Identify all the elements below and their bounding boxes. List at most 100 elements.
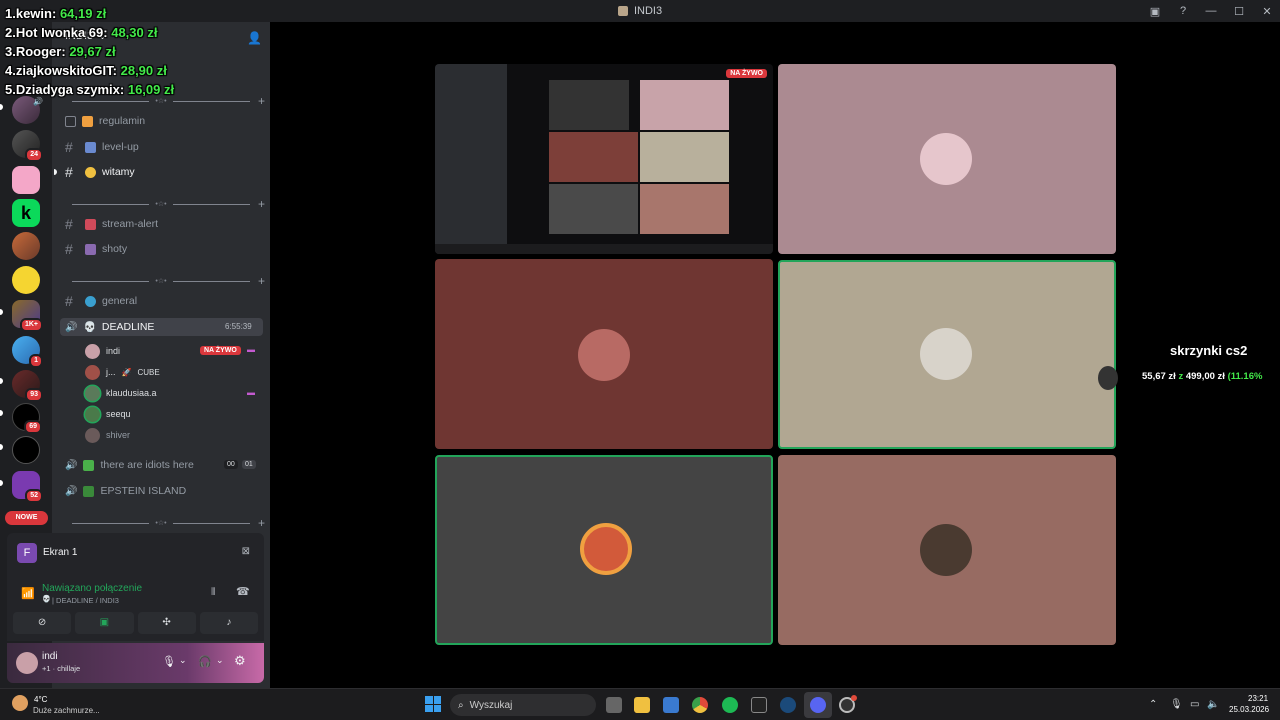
scroll-emoji-icon bbox=[82, 115, 93, 127]
spotify-icon[interactable] bbox=[722, 697, 738, 713]
channel-epstein[interactable]: 🔊 EPSTEIN ISLAND bbox=[65, 482, 186, 500]
hash-icon: # bbox=[65, 241, 73, 257]
settings-gear-icon[interactable]: ⚙ bbox=[234, 653, 246, 669]
channel-shoty[interactable]: # shoty bbox=[65, 240, 127, 258]
category-divider[interactable]: •☆• + bbox=[66, 516, 265, 530]
channel-idiots[interactable]: 🔊 there are idiots here bbox=[65, 456, 194, 474]
channel-regulamin[interactable]: regulamin bbox=[65, 112, 145, 130]
stream-preview-tile bbox=[640, 80, 729, 130]
chevron-down-icon[interactable]: ⌄ bbox=[216, 655, 224, 666]
minimize-button[interactable]: — bbox=[1204, 5, 1218, 17]
server-icon-12[interactable]: 52 bbox=[12, 471, 43, 503]
task-view-icon[interactable] bbox=[606, 697, 622, 713]
server-icon-3[interactable] bbox=[12, 166, 40, 194]
stop-screen-icon[interactable]: ⊠ bbox=[242, 546, 250, 557]
server-icon-5[interactable] bbox=[12, 232, 40, 260]
help-icon[interactable]: ? bbox=[1176, 5, 1190, 17]
server-icon-1[interactable]: 🔊 bbox=[12, 96, 43, 124]
discord-icon[interactable] bbox=[810, 697, 826, 713]
user-avatar[interactable] bbox=[16, 652, 38, 674]
voice-user[interactable]: j... 🚀 CUBE bbox=[85, 364, 160, 380]
store-icon[interactable] bbox=[663, 697, 679, 713]
soundboard-button[interactable]: ♪ bbox=[199, 612, 258, 634]
leader-amount: 28,90 zł bbox=[120, 63, 167, 78]
participant-avatar bbox=[920, 524, 972, 576]
close-button[interactable]: ✕ bbox=[1260, 5, 1274, 18]
camera-off-button[interactable]: ⊘ bbox=[13, 612, 72, 634]
inbox-icon[interactable]: ▣ bbox=[1148, 5, 1162, 18]
chart-emoji-icon bbox=[85, 141, 96, 153]
taskbar-search[interactable]: ⌕ Wyszukaj bbox=[450, 694, 596, 716]
donation-leaderboard: 1.kewin: 64,19 zł 2.Hot Iwonka 69: 48,30… bbox=[5, 4, 174, 99]
category-divider[interactable]: •☆• + bbox=[66, 197, 265, 211]
leader-name: Hot Iwonka 69: bbox=[15, 25, 108, 40]
weather-icon[interactable] bbox=[12, 695, 28, 711]
steam-icon[interactable] bbox=[780, 697, 796, 713]
channel-label: EPSTEIN ISLAND bbox=[100, 485, 187, 497]
leaf-emoji-icon bbox=[83, 459, 95, 471]
clock-date[interactable]: 25.03.2026 bbox=[1229, 705, 1269, 714]
channel-witamy[interactable]: # witamy bbox=[65, 163, 135, 181]
rules-icon bbox=[65, 115, 76, 127]
new-unreads-badge[interactable]: NOWE bbox=[5, 511, 48, 525]
video-tile[interactable] bbox=[778, 64, 1116, 254]
video-tile-speaking[interactable] bbox=[435, 455, 773, 645]
participant-avatar bbox=[920, 328, 972, 380]
stream-preview-taskbar bbox=[435, 244, 773, 254]
video-tile[interactable] bbox=[435, 259, 773, 449]
unread-pip bbox=[0, 444, 3, 450]
microphone-icon[interactable]: 🎙 bbox=[162, 655, 176, 668]
screen-share-icon: ▬ bbox=[247, 388, 255, 397]
epic-games-icon[interactable] bbox=[751, 697, 767, 713]
file-explorer-icon[interactable] bbox=[634, 697, 650, 713]
maximize-button[interactable]: ☐ bbox=[1232, 5, 1246, 18]
volume-icon[interactable]: 🔈 bbox=[1207, 699, 1219, 710]
scroll-handle[interactable] bbox=[1098, 366, 1118, 390]
goal-current: 55,67 zł bbox=[1142, 371, 1176, 382]
activities-button[interactable]: ✣ bbox=[137, 612, 196, 634]
noise-suppression-icon[interactable]: ⦀ bbox=[211, 587, 215, 598]
category-divider[interactable]: •☆• + bbox=[66, 274, 265, 288]
windows-start-icon[interactable] bbox=[425, 696, 441, 712]
server-icon-6[interactable] bbox=[12, 266, 40, 294]
skull-emoji-icon: 💀 bbox=[42, 596, 51, 603]
clock-time[interactable]: 23:21 bbox=[1248, 694, 1268, 703]
connection-status[interactable]: Nawiązano połączenie bbox=[42, 583, 142, 594]
voice-connection-panel: 📶 Nawiązano połączenie 💀 | DEADLINE / IN… bbox=[7, 573, 264, 641]
voice-user[interactable]: shiver bbox=[85, 427, 130, 443]
voice-user[interactable]: seequ bbox=[85, 406, 131, 422]
channel-stream-alert[interactable]: # stream-alert bbox=[65, 215, 158, 233]
user-name[interactable]: indi bbox=[42, 651, 58, 662]
headphones-icon[interactable]: 🎧 bbox=[198, 655, 212, 668]
voice-user[interactable]: klaudusiaa.a bbox=[85, 385, 157, 401]
disconnect-icon[interactable]: ☎ bbox=[236, 585, 250, 598]
stream-tile[interactable]: NA ŻYWO bbox=[435, 64, 773, 254]
user-status: +1 · chillaje bbox=[42, 664, 81, 673]
channel-deadline[interactable]: 🔊 💀 DEADLINE bbox=[65, 318, 154, 336]
video-tile-speaking[interactable] bbox=[778, 260, 1116, 449]
network-icon[interactable]: ▭ bbox=[1190, 699, 1199, 710]
server-icon-7[interactable]: 1K+ bbox=[12, 300, 43, 332]
chevron-down-icon[interactable]: ⌄ bbox=[179, 655, 187, 666]
server-icon-8[interactable]: 1 bbox=[12, 336, 43, 368]
add-friend-icon[interactable]: 👤 bbox=[247, 31, 262, 45]
server-icon-10[interactable]: 69 bbox=[12, 403, 42, 434]
voice-user[interactable]: indi bbox=[85, 343, 120, 359]
speaker-icon: 🔊 bbox=[65, 459, 78, 471]
server-icon-2[interactable]: 24 bbox=[12, 130, 43, 162]
leader-row: 5.Dziadyga szymix: 16,09 zł bbox=[5, 80, 174, 99]
share-screen-button[interactable]: ▣ bbox=[75, 612, 134, 634]
chrome-icon[interactable] bbox=[692, 697, 708, 713]
chevron-up-icon[interactable]: ⌃ bbox=[1149, 699, 1157, 710]
user-panel: indi +1 · chillaje 🎙 ⌄ 🎧 ⌄ ⚙ bbox=[7, 643, 264, 683]
hash-icon: # bbox=[65, 139, 73, 155]
microphone-icon[interactable]: 🎙 bbox=[1170, 699, 1183, 710]
unread-pip bbox=[54, 169, 57, 175]
channel-level-up[interactable]: # level-up bbox=[65, 138, 139, 156]
voice-user-name: klaudusiaa.a bbox=[106, 388, 157, 398]
channel-general[interactable]: # general bbox=[65, 292, 137, 310]
video-tile[interactable] bbox=[778, 455, 1116, 645]
server-icon-9[interactable]: 93 bbox=[12, 370, 43, 402]
server-icon-11[interactable] bbox=[12, 436, 40, 464]
server-icon-4[interactable]: k bbox=[12, 199, 40, 227]
